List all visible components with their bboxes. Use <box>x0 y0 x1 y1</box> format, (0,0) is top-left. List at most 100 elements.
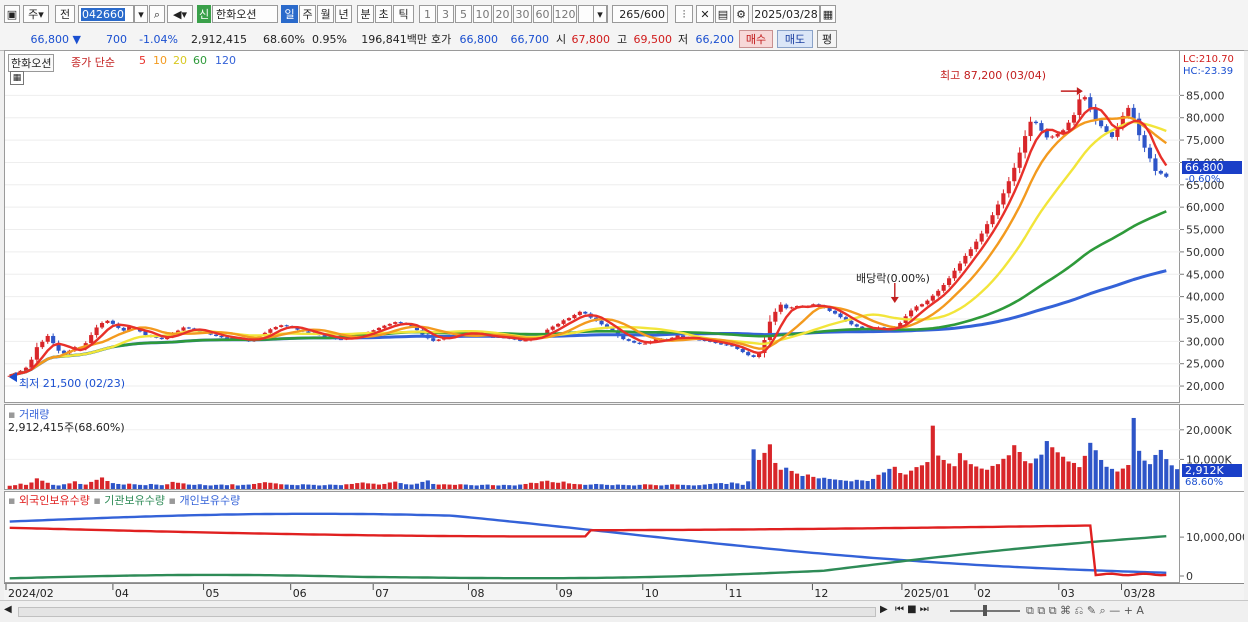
candle-body <box>643 344 647 345</box>
volume-bar <box>40 481 44 489</box>
interval-1[interactable]: 1 <box>419 5 436 23</box>
volume-bar <box>73 481 77 489</box>
tab-month[interactable]: 월 <box>317 5 334 23</box>
candle-body <box>1104 126 1108 132</box>
period-select[interactable]: 주▾ <box>23 5 49 23</box>
interval-120[interactable]: 120 <box>553 5 577 23</box>
table-icon[interactable]: ▦ <box>10 71 24 85</box>
volume-bar <box>768 444 772 489</box>
holdings-chart-panel[interactable]: ▪ 외국인보유수량 ▪ 기관보유수량 ▪ 개인보유수량 <box>4 491 1180 583</box>
code-dropdown-icon[interactable]: ▾ <box>134 5 148 23</box>
tab-year[interactable]: 년 <box>335 5 352 23</box>
interval-20[interactable]: 20 <box>493 5 512 23</box>
volume-bar <box>404 484 408 489</box>
volume-bar <box>990 466 994 489</box>
volume-bar <box>46 483 50 489</box>
sell-button[interactable]: 매도 <box>777 30 813 48</box>
volume-bar <box>518 485 522 489</box>
scrollbar[interactable] <box>18 607 876 617</box>
date-axis: 2024/020405060708091011122025/01020303/2… <box>4 583 1244 601</box>
eval-button[interactable]: 평 <box>817 30 837 48</box>
volume-bar <box>160 485 164 489</box>
lc-label: LC:210.70 <box>1183 54 1234 65</box>
high-label: 고 <box>617 31 627 48</box>
open-price: 67,800 <box>566 31 610 48</box>
interval-60[interactable]: 60 <box>533 5 552 23</box>
prev-button[interactable]: 전 <box>55 5 75 23</box>
price-axis-canvas: 20,00025,00030,00035,00040,00045,00050,0… <box>1180 51 1244 404</box>
candle-body <box>1110 132 1114 137</box>
down-arrow-icon: ▼ <box>73 33 81 46</box>
sound-icon[interactable]: ◀▾ <box>167 5 193 23</box>
tab-second[interactable]: 초 <box>375 5 392 23</box>
calendar-icon[interactable]: ▦ <box>820 5 836 23</box>
volume-bar <box>230 484 234 489</box>
interval-3[interactable]: 3 <box>437 5 454 23</box>
ma120-line <box>10 271 1167 376</box>
volume-bar <box>855 480 859 489</box>
toolbar: ▣ 주▾ 전 042660 ▾ ⌕ ◀▾ 신 한화오션 일 주 월 년 분 초 … <box>0 0 1248 29</box>
volume-bar <box>762 453 766 489</box>
scroll-left-icon[interactable]: ◀ <box>4 604 16 618</box>
volume-bar <box>632 485 636 489</box>
price-chart-panel[interactable]: 한화오션 종가 단순 5 10 20 60 120 ▦ 최고 87,200 (0… <box>4 50 1180 403</box>
bid-price: 66,700 <box>505 31 549 48</box>
crosshair-icon[interactable]: ✕ <box>696 5 714 23</box>
annotation-high: 최고 87,200 (03/04) <box>940 67 1046 83</box>
volume-bar <box>784 468 788 489</box>
tab-day[interactable]: 일 <box>281 5 298 23</box>
volume-bar <box>214 485 218 489</box>
tab-week[interactable]: 주 <box>299 5 316 23</box>
volume-bar <box>154 485 158 489</box>
volume-chart-panel[interactable]: ▪ 거래량 2,912,415주(68.60%) <box>4 404 1180 490</box>
zoom-slider-handle[interactable] <box>983 605 987 616</box>
tool-icons[interactable]: ⧉ ⧉ ⧉ ⌘ ⎌ ✎ ⌕ — + A <box>1026 604 1144 618</box>
volume-bar <box>866 481 870 489</box>
candle-body <box>833 311 837 314</box>
volume-bar <box>871 479 875 489</box>
candle-body <box>1153 158 1157 171</box>
volume-bar <box>57 485 61 489</box>
window-menu-icon[interactable]: ▣ <box>4 5 20 23</box>
volume-bar <box>295 485 299 489</box>
legend-stock-name[interactable]: 한화오션 <box>8 54 54 72</box>
volume-bar <box>1153 455 1157 489</box>
volume-bar <box>344 484 348 489</box>
save-icon[interactable]: ▤ <box>715 5 731 23</box>
date-axis-tick-label: 03/28 <box>1124 587 1156 600</box>
stock-code-input[interactable]: 042660 <box>78 5 134 23</box>
volume-bar <box>415 484 419 489</box>
tab-minute[interactable]: 분 <box>357 5 374 23</box>
volume-bar <box>735 483 739 489</box>
axis-tick-label: 60,000 <box>1186 201 1225 214</box>
volume-bar <box>279 484 283 489</box>
chevron-down-icon[interactable]: ▾ <box>593 5 607 23</box>
volume-bar <box>361 482 365 489</box>
scroll-right-icon[interactable]: ▶ <box>880 604 892 615</box>
interval-30[interactable]: 30 <box>513 5 532 23</box>
candle-type-icon[interactable]: ⫶ <box>675 5 693 23</box>
search-icon[interactable]: ⌕ <box>149 5 165 23</box>
date-input[interactable]: 2025/03/28 <box>752 5 820 23</box>
tab-tick[interactable]: 틱 <box>393 5 414 23</box>
buy-button[interactable]: 매수 <box>739 30 773 48</box>
interval-5[interactable]: 5 <box>455 5 472 23</box>
candle-body <box>600 321 604 325</box>
gear-icon[interactable]: ⚙ <box>733 5 749 23</box>
candle-body <box>51 336 55 343</box>
volume-bar <box>610 485 614 489</box>
playback-controls[interactable]: ⏮ ■ ⏭ <box>895 604 929 615</box>
volume-bar <box>100 477 104 489</box>
volume-info: 2,912,415주(68.60%) <box>8 419 125 435</box>
volume-bar <box>143 485 147 489</box>
date-axis-tick-label: 2025/01 <box>904 587 950 600</box>
interval-10[interactable]: 10 <box>473 5 492 23</box>
candle-body <box>855 324 859 326</box>
candle-body <box>638 343 642 344</box>
count-input[interactable]: 265/600 <box>612 5 668 23</box>
candle-body <box>40 342 44 347</box>
stock-name[interactable]: 한화오션 <box>212 5 278 23</box>
volume-bar <box>8 486 12 489</box>
candle-body <box>773 312 777 322</box>
volume-bar <box>1094 450 1098 489</box>
